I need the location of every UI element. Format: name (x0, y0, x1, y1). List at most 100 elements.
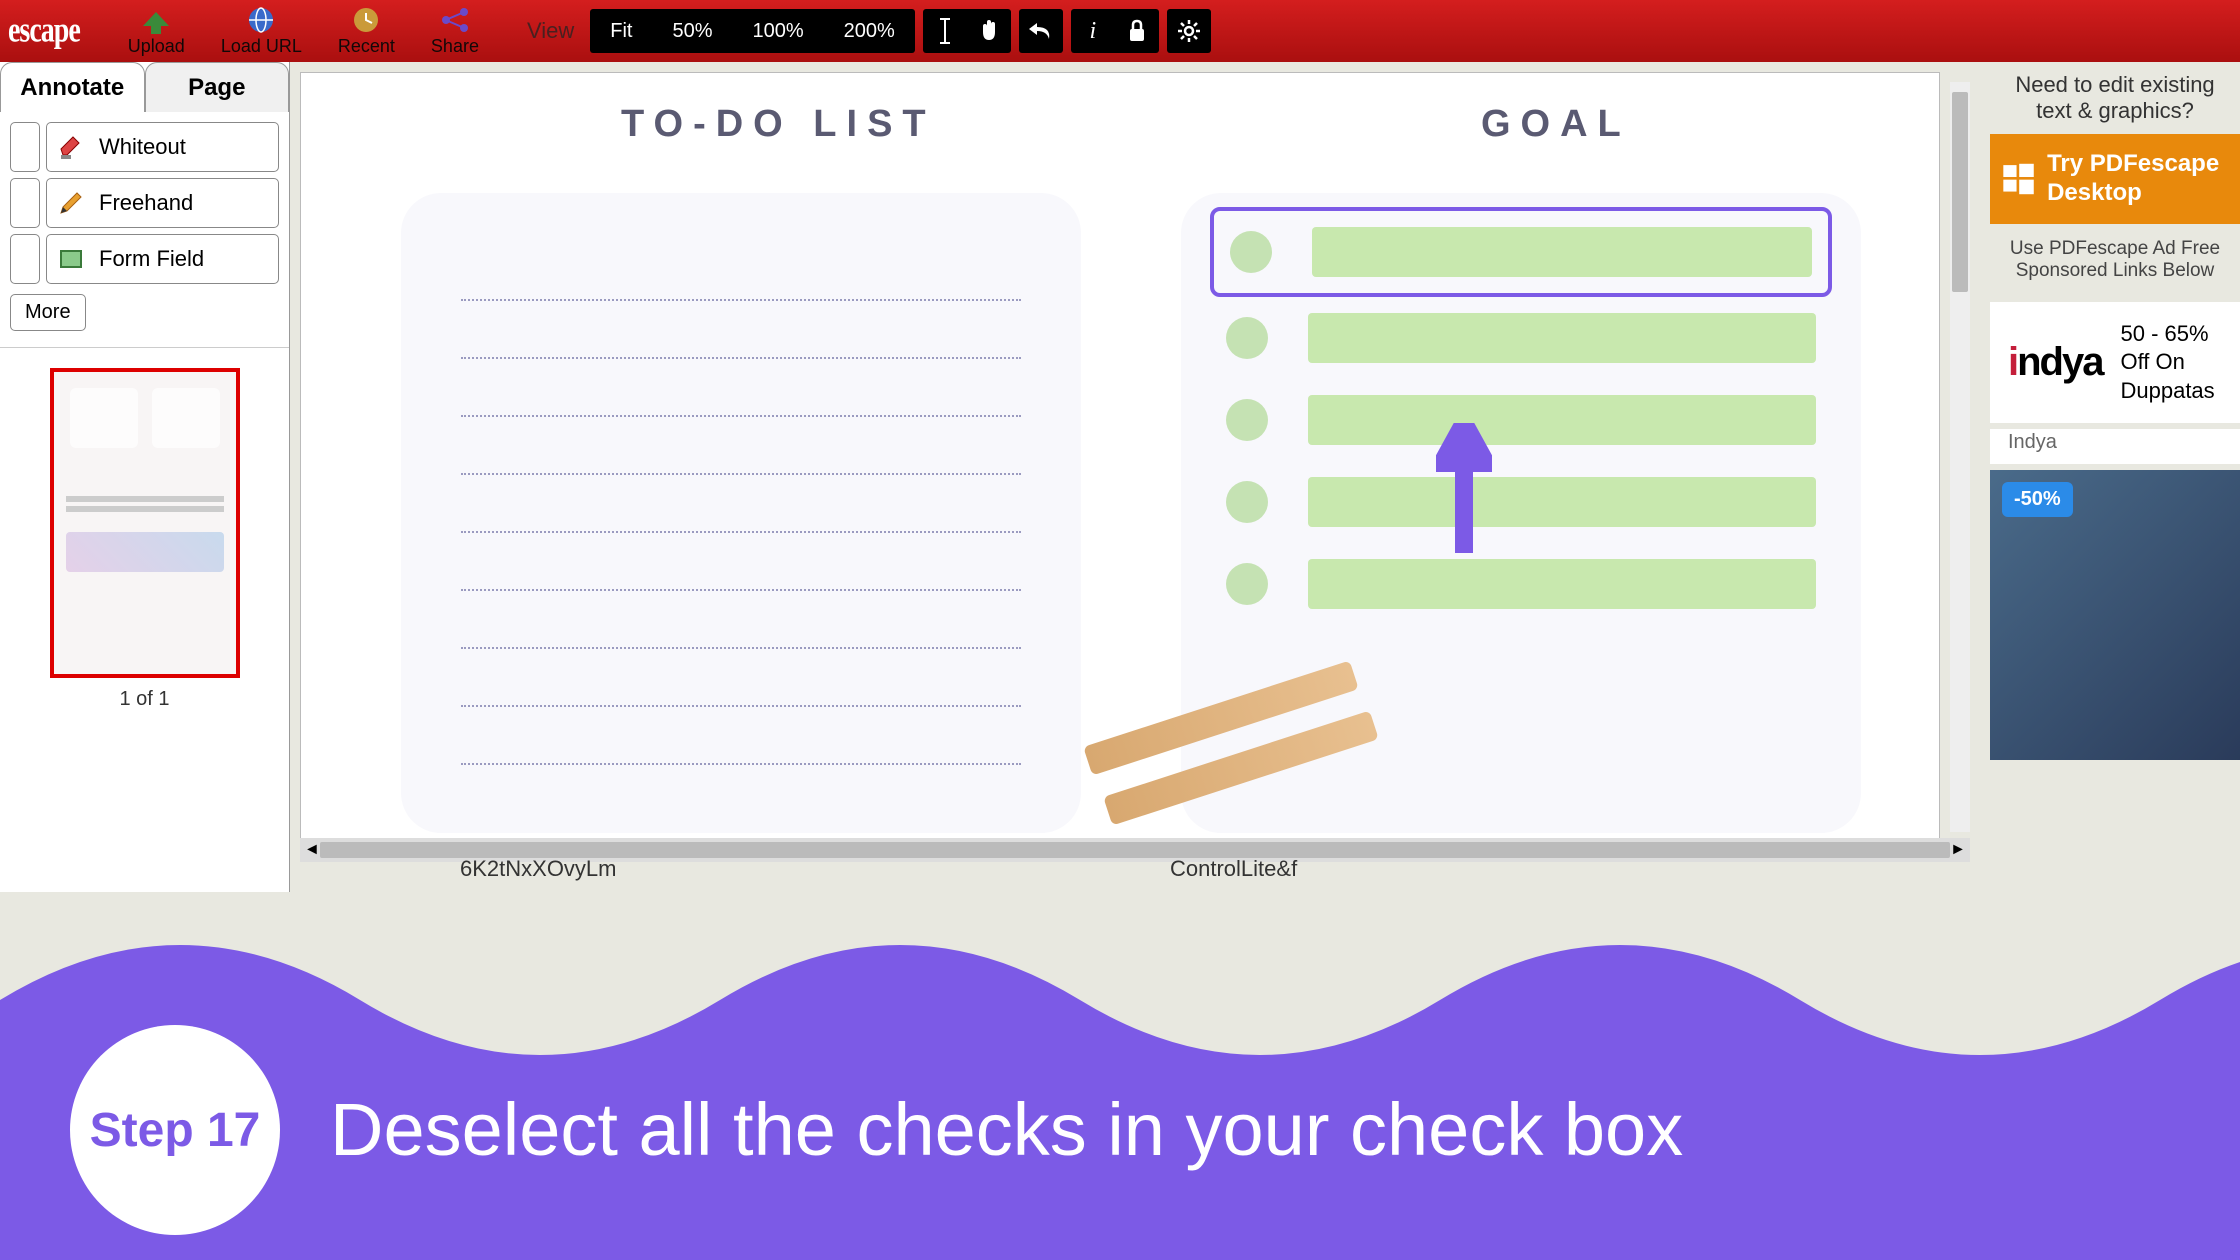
thumbnail-label: 1 of 1 (0, 688, 289, 711)
goal-checkbox-5[interactable] (1226, 559, 1816, 609)
whiteout-label: Whiteout (99, 134, 186, 160)
view-label: View (527, 18, 574, 44)
clock-icon (347, 6, 385, 34)
lock-button[interactable] (1115, 9, 1159, 53)
whiteout-icon (57, 133, 85, 161)
undo-icon (1027, 19, 1055, 43)
goal-checkbox-1[interactable] (1210, 207, 1832, 297)
desktop-promo[interactable]: Try PDFescape Desktop (1990, 134, 2240, 224)
text-cursor-button[interactable] (923, 9, 967, 53)
form-field-button[interactable]: Form Field (46, 234, 279, 284)
checkbox-circle[interactable] (1226, 317, 1268, 359)
ad-brand-label: Indya (1990, 429, 2240, 464)
freehand-button[interactable]: Freehand (46, 178, 279, 228)
recent-button[interactable]: Recent (338, 6, 395, 57)
upload-icon (137, 6, 175, 34)
settings-button[interactable] (1167, 9, 1211, 53)
todo-line (461, 533, 1021, 591)
todo-line (461, 359, 1021, 417)
cursor-tools (923, 9, 1011, 53)
share-button[interactable]: Share (431, 6, 479, 57)
zoom-200-button[interactable]: 200% (824, 9, 915, 53)
form-field-icon (57, 245, 85, 273)
windows-icon (2002, 154, 2035, 204)
lock-icon (1127, 19, 1147, 43)
recent-label: Recent (338, 36, 395, 57)
document-scroll[interactable]: TO-DO LIST GOAL (300, 72, 1970, 862)
goal-field[interactable] (1312, 227, 1812, 277)
todo-line (461, 417, 1021, 475)
pdf-page[interactable]: TO-DO LIST GOAL (300, 72, 1940, 842)
share-icon (436, 6, 474, 34)
decorative-graphic (1081, 703, 1461, 842)
partial-text-2: ControlLite&f (1170, 856, 1297, 882)
thumbnail-panel: 1 of 1 (0, 347, 289, 731)
checkbox-circle[interactable] (1226, 563, 1268, 605)
goal-field[interactable] (1308, 313, 1816, 363)
undo-button[interactable] (1019, 9, 1063, 53)
todo-line (461, 301, 1021, 359)
globe-icon (242, 6, 280, 34)
checkbox-circle[interactable] (1230, 231, 1272, 273)
zoom-fit-button[interactable]: Fit (590, 9, 652, 53)
ad-panel: Need to edit existing text & graphics? T… (1990, 62, 2240, 962)
wave-background (0, 880, 2240, 1260)
left-panel: Annotate Page Whiteout Freehand Form Fie… (0, 62, 290, 892)
undo-group (1019, 9, 1063, 53)
scroll-left-arrow[interactable]: ◄ (304, 841, 320, 859)
checkbox-circle[interactable] (1226, 399, 1268, 441)
upload-button[interactable]: Upload (128, 6, 185, 57)
load-url-button[interactable]: Load URL (221, 6, 302, 57)
tool-slot-2[interactable] (10, 178, 40, 228)
goal-field[interactable] (1308, 395, 1816, 445)
hand-icon (977, 18, 1001, 44)
indya-logo: indya (2008, 340, 2102, 385)
sponsored-ad-1[interactable]: indya 50 - 65% Off On Duppatas (1990, 302, 2240, 424)
step-badge: Step 17 (70, 1025, 280, 1235)
document-area: TO-DO LIST GOAL (290, 62, 1990, 892)
tool-slot-3[interactable] (10, 234, 40, 284)
ad-header-text: Need to edit existing text & graphics? (1990, 62, 2240, 134)
top-toolbar: escape Upload Load URL Recent Share View… (0, 0, 2240, 62)
upload-label: Upload (128, 36, 185, 57)
zoom-100-button[interactable]: 100% (733, 9, 824, 53)
zoom-controls: Fit 50% 100% 200% (590, 9, 915, 53)
vertical-scrollbar[interactable] (1950, 82, 1970, 832)
pencil-icon (57, 189, 85, 217)
goal-checkbox-2[interactable] (1226, 313, 1816, 363)
tool-slot-1[interactable] (10, 122, 40, 172)
goal-checkbox-4[interactable] (1226, 477, 1816, 527)
todo-panel (401, 193, 1081, 833)
scroll-right-arrow[interactable]: ► (1950, 841, 1966, 859)
tab-page[interactable]: Page (145, 62, 290, 112)
checkbox-circle[interactable] (1226, 481, 1268, 523)
hand-cursor-button[interactable] (967, 9, 1011, 53)
todo-line (461, 591, 1021, 649)
todo-line (461, 707, 1021, 765)
partial-text-1: 6K2tNxXOvyLm (460, 856, 617, 882)
info-button[interactable]: i (1071, 9, 1115, 53)
gear-icon (1176, 18, 1202, 44)
more-button[interactable]: More (10, 294, 86, 331)
form-field-label: Form Field (99, 246, 204, 272)
instruction-text: Deselect all the checks in your check bo… (330, 1087, 1683, 1172)
ad-offer-text: 50 - 65% Off On Duppatas (2120, 320, 2222, 406)
goal-checkbox-3[interactable] (1226, 395, 1816, 445)
scrollbar-thumb[interactable] (1952, 92, 1968, 292)
page-thumbnail-1[interactable] (50, 368, 240, 678)
todo-heading: TO-DO LIST (621, 103, 936, 146)
todo-line (461, 649, 1021, 707)
tool-palette: Whiteout Freehand Form Field More (0, 112, 289, 341)
text-cursor-icon (936, 17, 954, 45)
sponsored-ad-image[interactable]: -50% (1990, 470, 2240, 760)
freehand-label: Freehand (99, 190, 193, 216)
goal-field[interactable] (1308, 559, 1816, 609)
whiteout-button[interactable]: Whiteout (46, 122, 279, 172)
app-logo: escape (8, 10, 80, 52)
info-tools: i (1071, 9, 1159, 53)
discount-badge: -50% (2002, 482, 2073, 517)
sidebar-tabs: Annotate Page (0, 62, 289, 112)
goal-field[interactable] (1308, 477, 1816, 527)
tab-annotate[interactable]: Annotate (0, 62, 145, 112)
zoom-50-button[interactable]: 50% (652, 9, 732, 53)
